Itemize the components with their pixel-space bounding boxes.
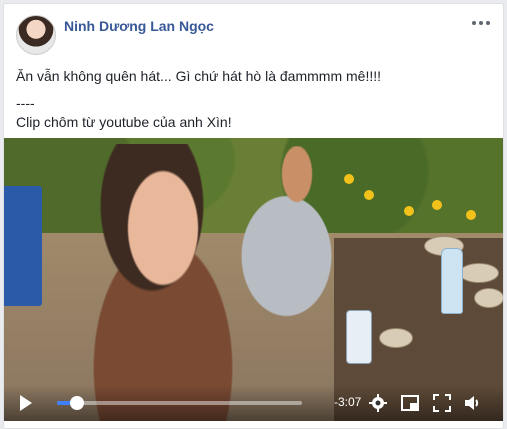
author-name-link[interactable]: Ninh Dương Lan Ngọc — [64, 18, 214, 34]
volume-icon[interactable] — [462, 393, 482, 413]
play-icon[interactable] — [20, 395, 32, 411]
progress-scrubber[interactable] — [69, 396, 84, 410]
progress-bar[interactable] — [57, 396, 302, 410]
picture-in-picture-icon[interactable] — [400, 393, 420, 413]
post-card: Ninh Dương Lan Ngọc Ăn vẫn không quên há… — [3, 3, 504, 429]
post-separator: ---- — [16, 95, 35, 111]
bowl — [379, 328, 413, 348]
flower — [466, 210, 476, 220]
post-text-line: Clip chôm từ youtube của anh Xìn! — [16, 114, 232, 130]
bowl — [474, 288, 503, 308]
bowl — [459, 263, 499, 283]
author-avatar[interactable] — [16, 15, 56, 55]
time-remaining: -3:07 — [334, 395, 362, 409]
flower — [364, 190, 374, 200]
water-bottle — [441, 248, 463, 314]
fullscreen-icon[interactable] — [432, 393, 452, 413]
post-text: Ăn vẫn không quên hát... Gì chứ hát hò l… — [16, 67, 491, 132]
more-options-icon[interactable] — [469, 14, 493, 32]
video-controls: -3:07 — [4, 385, 503, 421]
video-frame-woman — [64, 144, 284, 421]
post-header: Ninh Dương Lan Ngọc — [4, 4, 503, 62]
flower — [404, 206, 414, 216]
post-text-line: Ăn vẫn không quên hát... Gì chứ hát hò l… — [16, 68, 381, 84]
gear-icon[interactable] — [368, 393, 388, 413]
flower — [432, 200, 442, 210]
soda-can — [346, 310, 372, 364]
video-frame-cooler — [4, 186, 42, 306]
video-player[interactable]: -3:07 — [4, 138, 503, 421]
